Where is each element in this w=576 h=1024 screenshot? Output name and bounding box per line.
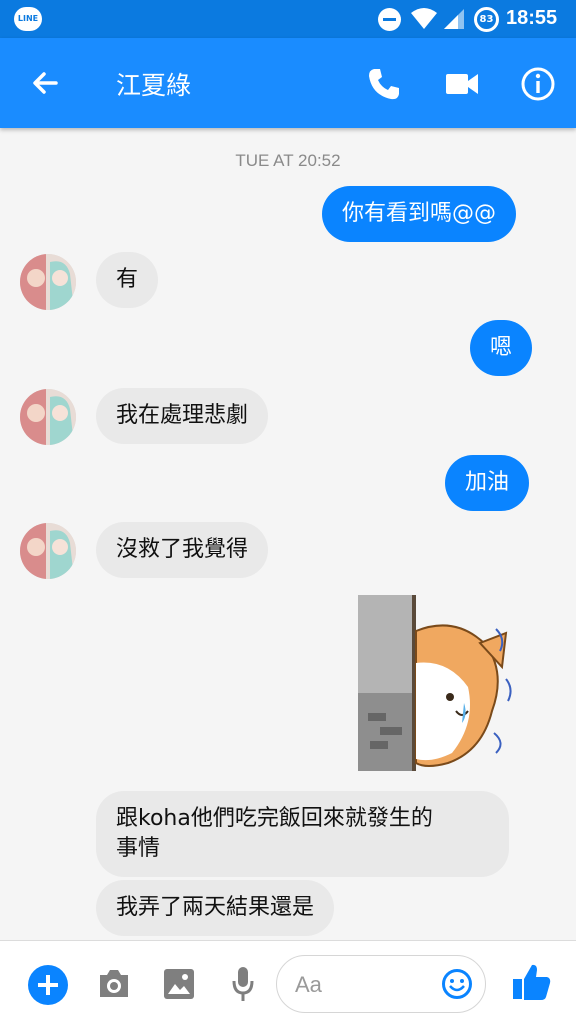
message-bubble-incoming[interactable]: 我弄了兩天結果還是: [96, 880, 335, 936]
message-line: 事情: [116, 836, 161, 861]
contact-avatar[interactable]: [20, 523, 76, 579]
message-bubble-incoming[interactable]: 有: [96, 252, 159, 308]
message-bubble-outgoing[interactable]: 嗯: [470, 320, 533, 376]
line-app-icon: LINE: [14, 7, 42, 31]
status-bar: LINE 83 18:55: [0, 0, 576, 38]
phone-call-icon[interactable]: [364, 64, 404, 104]
plus-icon[interactable]: [28, 965, 68, 1005]
message-input[interactable]: [295, 970, 435, 1000]
message-line: 跟koha他們吃完飯回來就發生的: [116, 806, 433, 831]
message-timestamp: TUE AT 20:52: [235, 151, 341, 170]
message-bubble-outgoing[interactable]: 你有看到嗎@@: [322, 186, 517, 242]
message-bubble-incoming[interactable]: 沒救了我覺得: [96, 522, 269, 578]
battery-indicator: 83: [474, 7, 499, 32]
cat-sticker[interactable]: [356, 593, 518, 775]
clock: 18:55: [506, 7, 558, 29]
conversation-header: 江夏綠: [0, 38, 576, 128]
do-not-disturb-icon: [378, 8, 401, 31]
info-icon[interactable]: [518, 64, 558, 104]
microphone-icon[interactable]: [230, 965, 256, 1003]
message-bubble-incoming[interactable]: 我在處理悲劇: [96, 388, 269, 444]
contact-name[interactable]: 江夏綠: [116, 66, 191, 102]
back-arrow-icon[interactable]: [26, 64, 64, 102]
message-bubble-outgoing[interactable]: 加油: [445, 455, 530, 511]
image-gallery-icon[interactable]: [162, 967, 196, 1001]
message-composer: [0, 940, 576, 1024]
contact-avatar[interactable]: [20, 389, 76, 445]
emoji-icon[interactable]: [441, 968, 473, 1000]
video-call-icon[interactable]: [442, 64, 482, 104]
message-input-container[interactable]: [276, 955, 486, 1013]
wifi-icon: [411, 8, 437, 29]
signal-icon: [444, 9, 464, 29]
contact-avatar[interactable]: [20, 254, 76, 310]
message-bubble-incoming[interactable]: 跟koha他們吃完飯回來就發生的 事情: [96, 791, 509, 877]
camera-icon[interactable]: [96, 967, 132, 1001]
thumbs-up-icon[interactable]: [510, 961, 552, 1003]
